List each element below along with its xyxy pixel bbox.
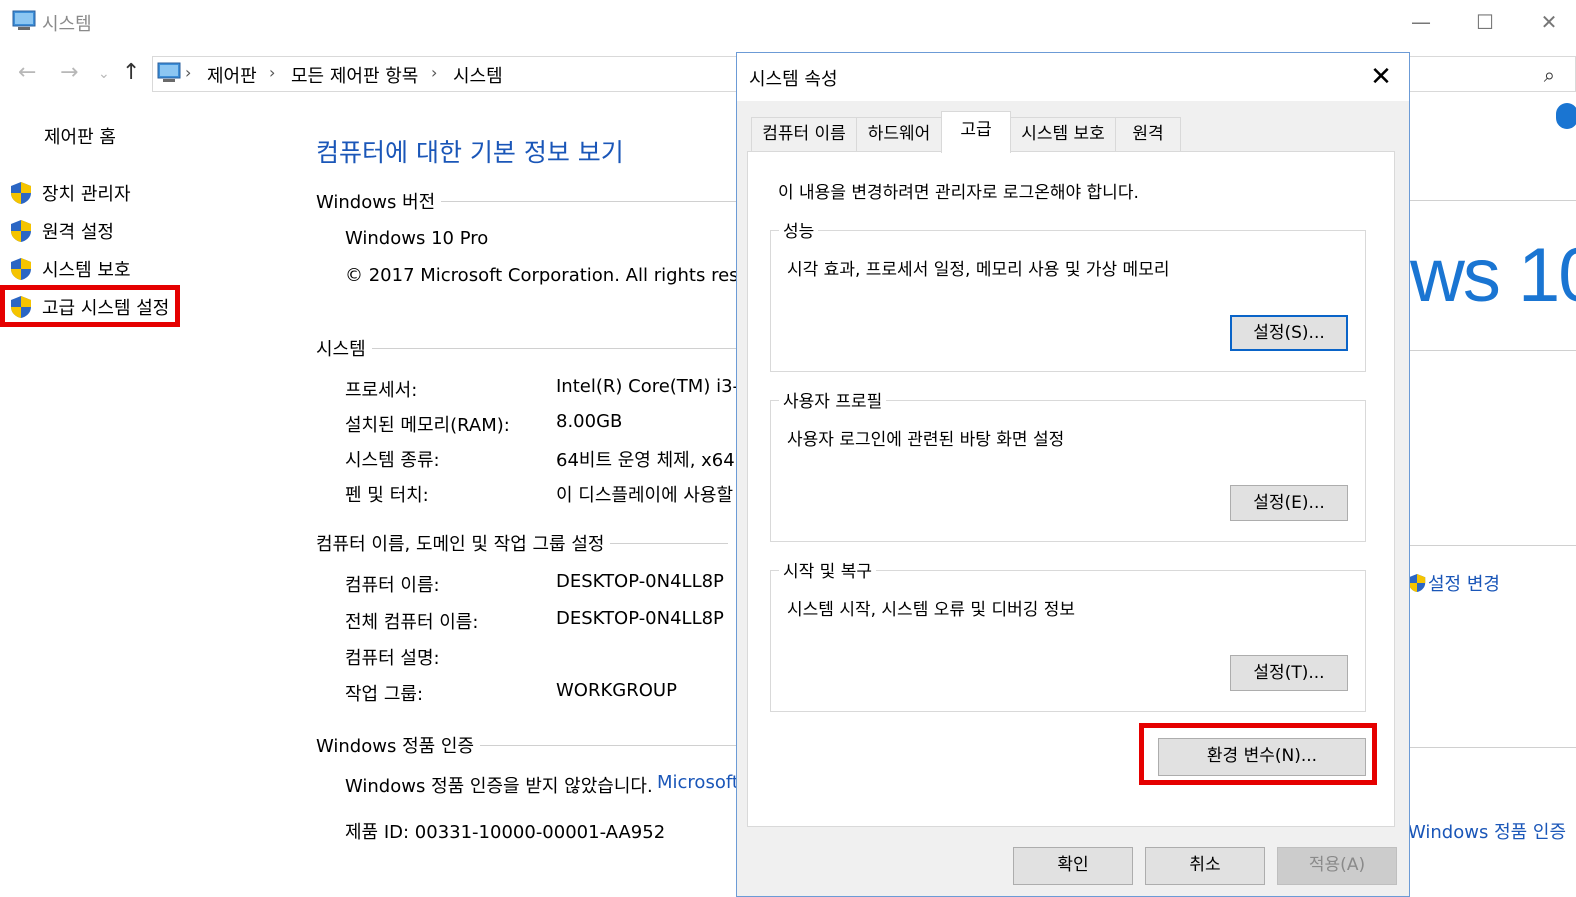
user-profiles-settings-button[interactable]: 설정(E)... [1230,485,1348,521]
dialog-title: 시스템 속성 [749,69,838,90]
computer-icon [12,10,36,30]
sidebar-item-label: 원격 설정 [42,222,114,243]
address-bar[interactable]: › 제어판 › 모든 제어판 항목 › 시스템 [152,56,738,92]
pen-touch-label: 펜 및 터치: [345,485,429,506]
change-settings-link[interactable]: 설정 변경 [1408,570,1500,596]
section-divider [371,347,736,349]
shield-icon [1408,574,1426,592]
minimize-icon[interactable]: — [1406,8,1436,36]
system-properties-dialog: 시스템 속성 ✕ 컴퓨터 이름 하드웨어 고급 시스템 보호 원격 이 내용을 … [736,52,1410,897]
full-computer-name-label: 전체 컴퓨터 이름: [345,612,479,633]
tab-hardware[interactable]: 하드웨어 [856,117,942,151]
help-icon[interactable] [1556,103,1576,129]
maximize-icon[interactable]: ☐ [1470,8,1500,36]
section-windows-edition: Windows 버전 [316,188,752,214]
apply-button[interactable]: 적용(A) [1277,847,1397,885]
performance-settings-button[interactable]: 설정(S)... [1230,315,1348,351]
group-title: 성능 [779,217,819,242]
group-description: 시스템 시작, 시스템 오류 및 디버깅 정보 [787,600,1076,620]
sidebar-home-link[interactable]: 제어판 홈 [44,123,116,149]
tab-remote[interactable]: 원격 [1115,117,1181,151]
close-icon[interactable]: ✕ [1363,59,1399,95]
processor-label: 프로세서: [345,380,418,401]
workgroup-label: 작업 그룹: [345,684,424,705]
group-title: 사용자 프로필 [779,387,887,412]
sidebar-item-device-manager[interactable]: 장치 관리자 [10,178,131,208]
section-system: 시스템 [316,335,736,361]
dialog-titlebar: 시스템 속성 ✕ [737,53,1409,101]
recent-dropdown-icon[interactable]: ⌄ [98,66,110,82]
search-icon[interactable]: ⌕ [1544,63,1555,87]
back-arrow-icon[interactable]: ← [18,60,36,85]
section-divider [1410,747,1576,748]
memory-label: 설치된 메모리(RAM): [345,415,510,436]
computer-icon [157,62,181,82]
microsoft-license-link[interactable]: Microsoft [657,772,739,793]
section-divider [1410,350,1576,351]
section-divider [610,542,729,544]
memory-value: 8.00GB [556,411,623,432]
forward-arrow-icon[interactable]: → [60,60,78,85]
cancel-button[interactable]: 취소 [1145,847,1265,885]
group-title: 시작 및 복구 [779,557,877,582]
highlight-box-environment-variables [1139,723,1377,785]
group-user-profiles: 사용자 프로필 사용자 로그인에 관련된 바탕 화면 설정 설정(E)... [770,387,1366,542]
highlight-box-advanced-settings [0,285,180,327]
page-title: 컴퓨터에 대한 기본 정보 보기 [316,138,624,167]
breadcrumb-system[interactable]: 시스템 [453,62,503,88]
section-title: 컴퓨터 이름, 도메인 및 작업 그룹 설정 [316,534,605,555]
startup-recovery-settings-button[interactable]: 설정(T)... [1230,655,1348,691]
breadcrumb-control-panel[interactable]: 제어판 [207,62,257,88]
computer-name-label: 컴퓨터 이름: [345,575,440,596]
workgroup-value: WORKGROUP [556,680,677,701]
group-description: 사용자 로그인에 관련된 바탕 화면 설정 [787,430,1065,450]
group-description: 시각 효과, 프로세서 일정, 메모리 사용 및 가상 메모리 [787,260,1170,280]
sidebar-item-label: 시스템 보호 [42,260,131,281]
admin-note: 이 내용을 변경하려면 관리자로 로그온해야 합니다. [778,183,1139,203]
windows-10-logo: ws 10 [1410,233,1576,318]
ok-button[interactable]: 확인 [1013,847,1133,885]
sidebar-item-label: 장치 관리자 [42,184,131,205]
section-computer-name: 컴퓨터 이름, 도메인 및 작업 그룹 설정 [316,530,729,556]
breadcrumb-separator: › [269,63,276,82]
sidebar-item-remote-settings[interactable]: 원격 설정 [10,216,114,246]
breadcrumb-separator: › [431,63,438,82]
section-divider [1410,200,1576,201]
computer-name-value: DESKTOP-0N4LL8P [556,571,724,592]
tab-advanced[interactable]: 고급 [941,111,1011,153]
section-title: Windows 버전 [316,192,436,213]
close-icon[interactable]: ✕ [1534,8,1564,36]
copyright-text: © 2017 Microsoft Corporation. All rights… [345,265,796,286]
window-titlebar: 시스템 — ☐ ✕ [0,0,1576,44]
up-arrow-icon[interactable]: ↑ [122,60,140,85]
change-settings-label: 설정 변경 [1428,574,1500,595]
breadcrumb-all-items[interactable]: 모든 제어판 항목 [291,62,418,88]
shield-icon [11,258,31,280]
activate-windows-link[interactable]: Windows 정품 인증 [1408,818,1566,844]
section-title: 시스템 [316,339,366,360]
section-divider [1410,545,1576,546]
group-performance: 성능 시각 효과, 프로세서 일정, 메모리 사용 및 가상 메모리 설정(S)… [770,217,1366,372]
pen-touch-value: 이 디스플레이에 사용할 [556,485,734,506]
tab-system-protection[interactable]: 시스템 보호 [1010,117,1116,151]
section-divider [441,200,752,202]
system-type-label: 시스템 종류: [345,450,440,471]
product-id: 제품 ID: 00331-10000-00001-AA952 [345,822,666,843]
windows-edition-name: Windows 10 Pro [345,228,489,249]
search-box[interactable]: ⌕ [1410,56,1576,92]
shield-icon [11,220,31,242]
shield-icon [11,182,31,204]
computer-description-label: 컴퓨터 설명: [345,648,440,669]
tab-computer-name[interactable]: 컴퓨터 이름 [751,117,857,151]
section-title: Windows 정품 인증 [316,736,475,757]
system-type-value: 64비트 운영 체제, x64 기 [556,450,757,471]
full-computer-name-value: DESKTOP-0N4LL8P [556,608,724,629]
breadcrumb-separator: › [185,63,192,82]
window-title: 시스템 [42,14,92,35]
group-startup-recovery: 시작 및 복구 시스템 시작, 시스템 오류 및 디버깅 정보 설정(T)... [770,557,1366,712]
section-activation: Windows 정품 인증 [316,732,741,758]
section-divider [480,744,741,746]
sidebar-item-system-protection[interactable]: 시스템 보호 [10,254,131,284]
activation-status: Windows 정품 인증을 받지 않았습니다. [345,776,653,797]
